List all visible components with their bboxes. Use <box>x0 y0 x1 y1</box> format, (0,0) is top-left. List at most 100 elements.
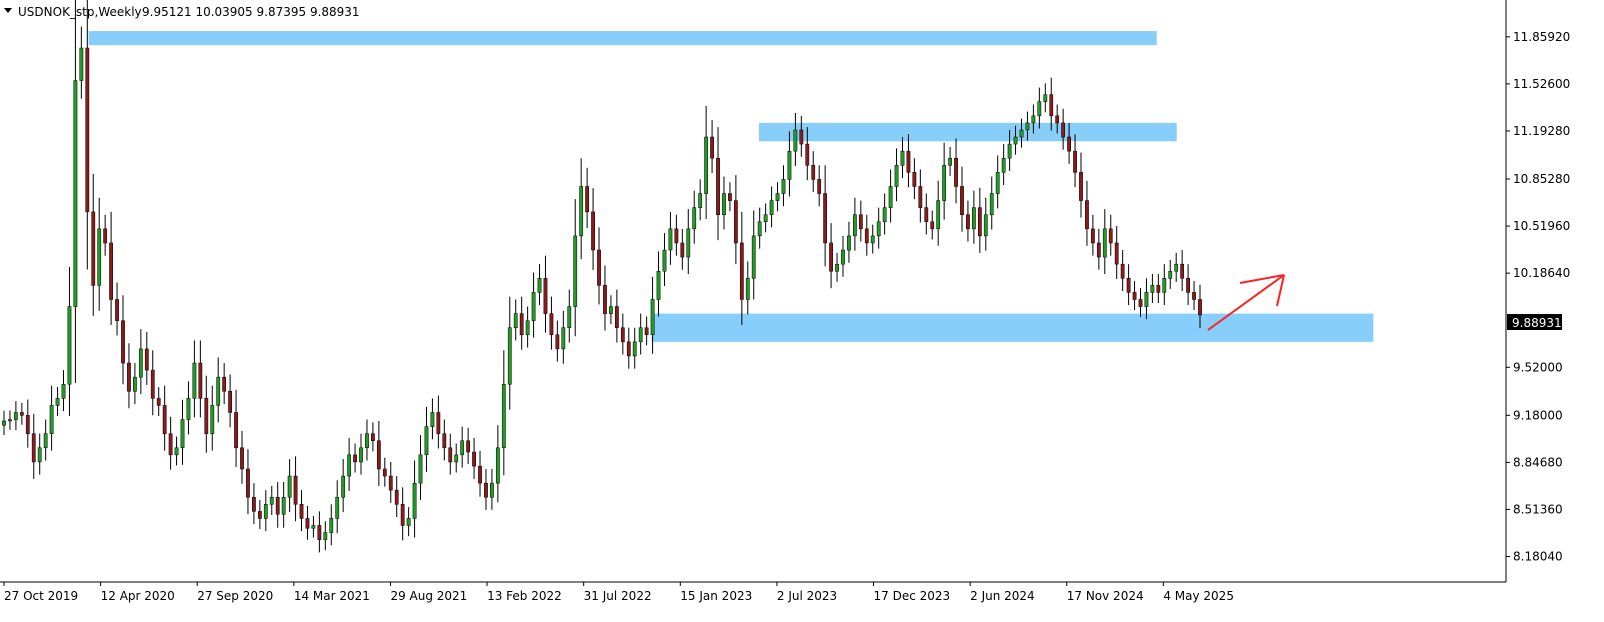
price-chart[interactable]: USDNOK_stp,Weekly 9.95121 10.03905 9.873… <box>0 0 1604 622</box>
candle-body-bull <box>73 80 78 307</box>
candle-body-bear <box>198 362 203 399</box>
candle-body-bear <box>1079 172 1083 201</box>
candle-body-bear <box>204 398 209 434</box>
candle-body-bear <box>626 341 631 357</box>
y-tick-label: 10.18640 <box>1513 266 1570 280</box>
candle-body-bull <box>662 249 667 272</box>
candle-body-bear <box>864 228 869 244</box>
candle-body-bear <box>466 440 471 453</box>
candle-body-bear <box>1138 299 1143 307</box>
candle-body-bull <box>412 482 417 519</box>
candle-body-bear <box>728 193 732 201</box>
candle-body-bull <box>454 454 459 463</box>
candle-body-bull <box>424 426 429 456</box>
candle-body-bear <box>400 504 405 526</box>
candle-body-bear <box>31 433 36 463</box>
candle-body-bull <box>406 518 411 526</box>
candle-body-bear <box>484 482 488 498</box>
candle-body-bull <box>942 165 947 201</box>
candle-body-bear <box>1180 263 1185 279</box>
candle-body-bull <box>2 420 6 426</box>
candle-body-bear <box>382 468 387 477</box>
candle-body-bear <box>543 278 548 314</box>
candle-body-bull <box>507 327 512 385</box>
x-tick-label: 14 Mar 2021 <box>294 589 370 603</box>
candle-body-bull <box>775 193 780 201</box>
candle-body-bear <box>240 447 244 470</box>
candle-body-bear <box>353 454 357 463</box>
candle-body-bull <box>722 193 726 215</box>
candle-body-bull <box>287 475 292 498</box>
candle-body-bear <box>228 391 232 413</box>
candle-body-bull <box>138 348 143 378</box>
candle-body-bear <box>115 299 119 321</box>
y-tick-label: 8.51360 <box>1513 502 1563 516</box>
candle-body-bear <box>805 143 810 166</box>
candle-body-bull <box>1150 285 1155 293</box>
candle-body-bull <box>263 504 268 519</box>
candle-body-bear <box>930 221 935 230</box>
candle-body-bear <box>603 285 607 314</box>
zone-rect-2[interactable] <box>651 313 1374 342</box>
candle-body-bear <box>371 433 375 441</box>
candle-body-bull <box>841 249 845 265</box>
y-tick-label: 10.85280 <box>1513 172 1570 186</box>
zone-rect-0[interactable] <box>88 31 1157 46</box>
candle-body-bull <box>1001 157 1006 173</box>
candle-body-bull <box>192 362 197 399</box>
candle-body-bull <box>609 306 613 314</box>
x-tick-label: 15 Jan 2023 <box>680 589 752 603</box>
candle-body-bear <box>960 186 964 215</box>
candle-body-bull <box>751 235 756 279</box>
candle-body-bear <box>388 475 393 491</box>
candle-body-bull <box>1037 101 1042 117</box>
candle-body-bear <box>823 193 828 244</box>
candle-body-bear <box>680 242 685 258</box>
candle-body-bull <box>341 475 346 498</box>
candle-body-bull <box>894 165 899 187</box>
zone-rect-1[interactable] <box>758 122 1177 142</box>
chart-background <box>0 0 1604 622</box>
candle-body-bull <box>698 193 703 208</box>
candle-body-bear <box>1126 278 1131 293</box>
candle-body-bull <box>186 398 191 420</box>
candle-body-bear <box>394 489 399 505</box>
candle-body-bear <box>150 369 155 399</box>
candle-body-bull <box>37 447 42 463</box>
candle-body-bear <box>168 433 173 456</box>
candle-body-bull <box>989 193 994 215</box>
candle-body-bull <box>14 412 18 420</box>
candle-body-bear <box>234 412 238 449</box>
candle-body-bear <box>222 376 227 392</box>
candle-body-bull <box>936 200 941 230</box>
candle-body-bear <box>591 211 595 251</box>
candle-body-bull <box>632 341 637 357</box>
candle-body-bull <box>1102 228 1107 258</box>
candle-body-bull <box>852 214 857 237</box>
candle-body-bull <box>1043 94 1048 102</box>
candle-body-bull <box>870 235 875 244</box>
candle-body-bear <box>257 511 262 519</box>
candle-body-bull <box>347 454 352 477</box>
candle-body-bear <box>25 415 30 434</box>
y-tick-label: 11.85920 <box>1513 30 1570 44</box>
candle-body-bull <box>995 172 1000 194</box>
candle-body-bull <box>1168 270 1173 279</box>
candle-body-bear <box>127 362 131 392</box>
candle-body-bull <box>335 496 340 519</box>
candle-body-bull <box>430 412 435 427</box>
candle-body-bull <box>323 532 328 540</box>
candle-body-bull <box>501 383 506 449</box>
candle-body-bull <box>704 136 709 194</box>
candle-body-bull <box>79 47 84 81</box>
candle-body-bull <box>876 221 881 237</box>
candle-body-bear <box>91 211 96 286</box>
candle-body-bull <box>359 447 363 463</box>
candle-body-bear <box>275 496 280 515</box>
candle-body-bull <box>882 207 887 223</box>
candle-body-bull <box>835 263 839 272</box>
candle-body-bear <box>1055 115 1060 124</box>
candle-body-bull <box>757 221 762 237</box>
candle-body-bear <box>799 129 804 145</box>
candle-body-bull <box>525 320 530 336</box>
